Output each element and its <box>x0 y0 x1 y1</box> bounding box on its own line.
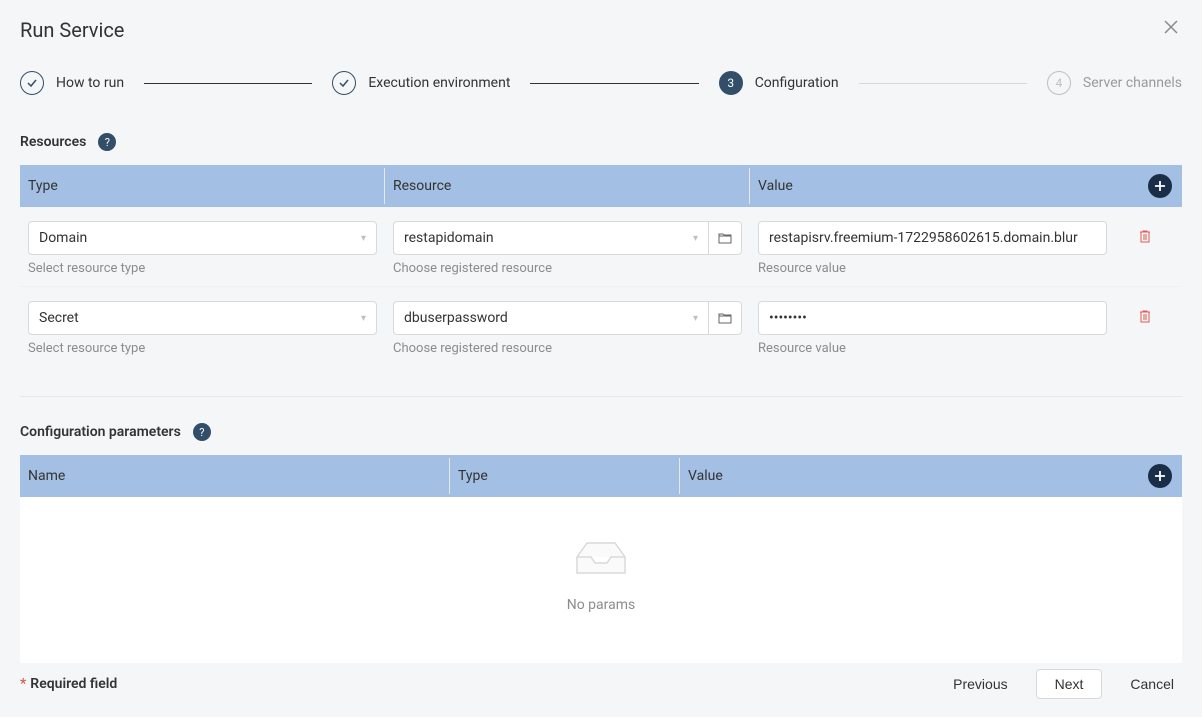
select-value: Domain <box>39 230 87 246</box>
chevron-down-icon: ▾ <box>693 313 698 324</box>
modal-title: Run Service <box>20 18 124 42</box>
step-number: 4 <box>1047 71 1071 95</box>
field-hint: Resource value <box>758 261 1107 276</box>
field-hint: Choose registered resource <box>393 261 742 276</box>
resource-name-select[interactable]: dbuserpassword ▾ <box>393 301 708 335</box>
resource-value-input[interactable] <box>758 301 1107 335</box>
step-connector <box>530 83 698 84</box>
field-hint: Resource value <box>758 341 1107 356</box>
section-divider <box>20 396 1182 397</box>
resource-row: Secret ▾ Select resource type dbuserpass… <box>20 287 1182 366</box>
folder-icon <box>718 312 732 324</box>
step-label: Execution environment <box>368 75 510 91</box>
field-hint: Select resource type <box>28 261 377 276</box>
empty-state: No params <box>20 497 1182 663</box>
chevron-down-icon: ▾ <box>361 233 366 244</box>
step-server-channels[interactable]: 4 Server channels <box>1047 71 1182 95</box>
step-configuration[interactable]: 3 Configuration <box>719 71 839 95</box>
resource-type-select[interactable]: Domain ▾ <box>28 221 377 255</box>
column-header-value: Value <box>680 458 1148 494</box>
add-param-button[interactable] <box>1148 464 1172 488</box>
close-button[interactable] <box>1160 16 1182 43</box>
browse-resource-button[interactable] <box>708 301 742 335</box>
plus-icon <box>1154 180 1166 192</box>
trash-icon <box>1138 229 1152 243</box>
step-connector <box>859 83 1027 84</box>
browse-resource-button[interactable] <box>708 221 742 255</box>
column-header-resource: Resource <box>385 168 750 204</box>
column-header-value: Value <box>750 168 1115 204</box>
step-how-to-run[interactable]: How to run <box>20 71 124 95</box>
params-table: Name Type Value No params <box>20 455 1182 663</box>
resources-heading: Resources <box>20 134 86 150</box>
empty-text: No params <box>20 597 1182 613</box>
chevron-down-icon: ▾ <box>693 233 698 244</box>
next-button[interactable]: Next <box>1036 669 1103 699</box>
step-execution-environment[interactable]: Execution environment <box>332 71 510 95</box>
column-header-name: Name <box>20 458 450 494</box>
step-label: Configuration <box>755 75 839 91</box>
plus-icon <box>1154 470 1166 482</box>
resource-value-input[interactable] <box>758 221 1107 255</box>
close-icon <box>1164 20 1178 34</box>
cancel-button[interactable]: Cancel <box>1122 670 1182 698</box>
required-field-note: *Required field <box>20 676 117 692</box>
step-label: How to run <box>56 75 124 91</box>
step-label: Server channels <box>1083 75 1182 91</box>
previous-button[interactable]: Previous <box>945 670 1015 698</box>
resource-name-select[interactable]: restapidomain ▾ <box>393 221 708 255</box>
chevron-down-icon: ▾ <box>361 313 366 324</box>
folder-icon <box>718 232 732 244</box>
column-header-type: Type <box>20 168 385 204</box>
add-resource-button[interactable] <box>1148 174 1172 198</box>
help-icon[interactable]: ? <box>98 133 116 151</box>
inbox-icon <box>20 537 1182 577</box>
select-value: restapidomain <box>404 230 494 246</box>
wizard-stepper: How to run Execution environment 3 Confi… <box>20 71 1182 95</box>
field-hint: Choose registered resource <box>393 341 742 356</box>
select-value: Secret <box>39 310 79 326</box>
params-heading: Configuration parameters <box>20 424 181 440</box>
column-header-type: Type <box>450 458 680 494</box>
resource-row: Domain ▾ Select resource type restapidom… <box>20 207 1182 287</box>
delete-resource-button[interactable] <box>1115 301 1175 326</box>
field-hint: Select resource type <box>28 341 377 356</box>
step-connector <box>144 83 312 84</box>
resource-type-select[interactable]: Secret ▾ <box>28 301 377 335</box>
select-value: dbuserpassword <box>404 310 508 326</box>
resources-table: Type Resource Value Domain ▾ Select reso… <box>20 165 1182 366</box>
check-icon <box>332 71 356 95</box>
check-icon <box>20 71 44 95</box>
trash-icon <box>1138 309 1152 323</box>
step-number: 3 <box>719 71 743 95</box>
delete-resource-button[interactable] <box>1115 221 1175 246</box>
help-icon[interactable]: ? <box>193 423 211 441</box>
